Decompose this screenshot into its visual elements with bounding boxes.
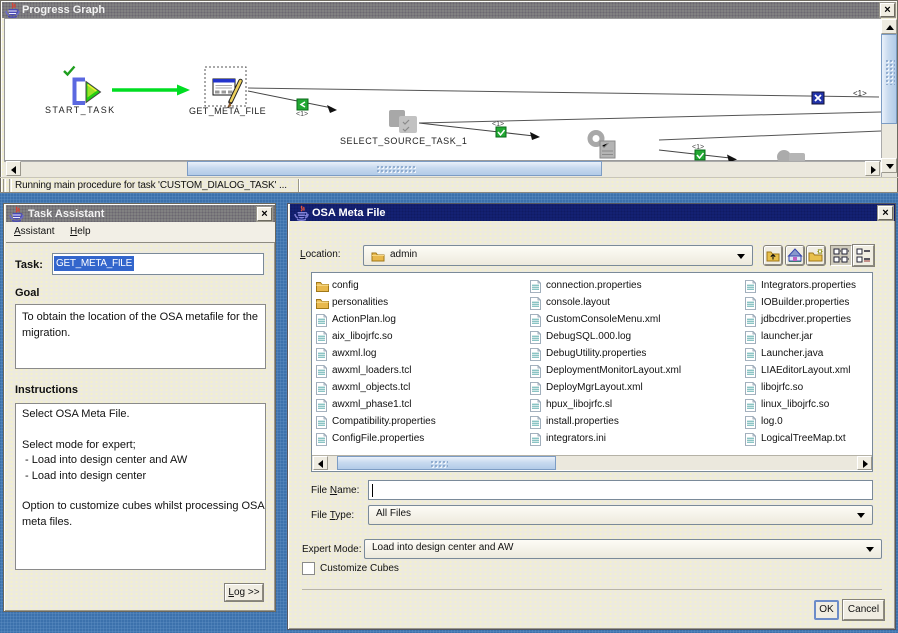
svg-text:<1>: <1> <box>853 89 867 98</box>
svg-text:<1>: <1> <box>296 111 308 118</box>
